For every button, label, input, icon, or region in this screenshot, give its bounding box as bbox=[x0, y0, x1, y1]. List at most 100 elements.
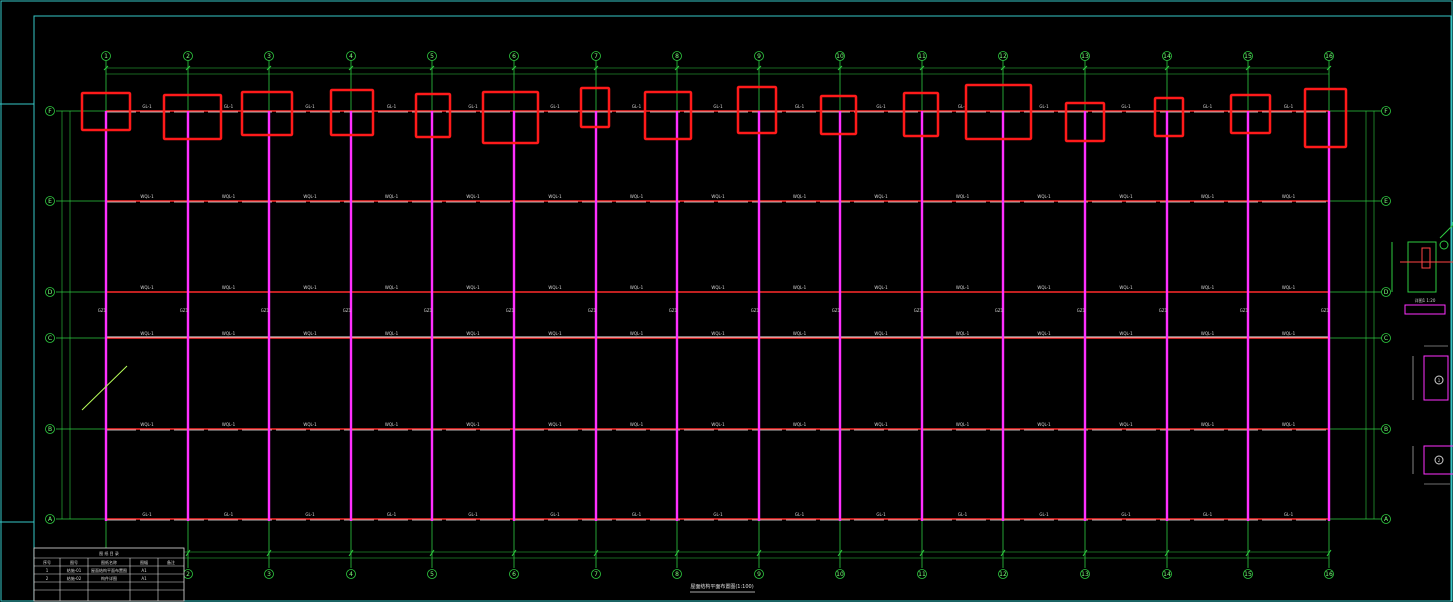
beam-label: GL-1 bbox=[958, 512, 968, 517]
beam-label: WQL-1 bbox=[630, 285, 644, 290]
beam-label: WQL-1 bbox=[385, 285, 399, 290]
beam-label: GL-1 bbox=[1039, 104, 1049, 109]
beam-label: GL-1 bbox=[142, 512, 152, 517]
beam-label: WQL-1 bbox=[303, 194, 317, 199]
title-block-col-header: 备注 bbox=[167, 559, 175, 565]
title-block-cell: A1 bbox=[141, 568, 147, 573]
beam-label: WQL-1 bbox=[1282, 194, 1296, 199]
beam-label: GL-1 bbox=[224, 512, 234, 517]
axis-bubble-label: 3 bbox=[267, 571, 271, 578]
axis-bubble-label: 9 bbox=[757, 53, 761, 60]
beam-label: WQL-1 bbox=[466, 331, 480, 336]
axis-bubble-label: B bbox=[48, 426, 52, 433]
title-block-col-header: 序号 bbox=[43, 559, 51, 565]
axis-bubble-label: 12 bbox=[999, 571, 1007, 578]
beam-label: WQL-1 bbox=[466, 285, 480, 290]
detail3-marker: 2 bbox=[1438, 458, 1441, 463]
beam-label: WQL-1 bbox=[711, 331, 725, 336]
axis-bubble-label: 5 bbox=[430, 53, 434, 60]
beam-label: WQL-1 bbox=[385, 331, 399, 336]
beam-label: GL-1 bbox=[224, 104, 234, 109]
title-block-cell: 结施-01 bbox=[67, 567, 82, 573]
beam-label: WQL-1 bbox=[1201, 331, 1215, 336]
beam-label: WQL-1 bbox=[874, 194, 888, 199]
beam-label: WQL-1 bbox=[140, 331, 154, 336]
axis-bubble-label: 5 bbox=[430, 571, 434, 578]
beam-label: WQL-1 bbox=[1119, 331, 1133, 336]
outer-frame bbox=[0, 0, 1453, 602]
axis-bubble-label: D bbox=[48, 289, 53, 296]
axis-bubble-label: F bbox=[48, 108, 52, 115]
beam-label: WQL-1 bbox=[1037, 194, 1051, 199]
axis-bubble-label: E bbox=[1384, 198, 1388, 205]
axis-bubble-label: D bbox=[1384, 289, 1389, 296]
beam-label: GL-1 bbox=[1203, 512, 1213, 517]
column-label: GZ1 bbox=[1159, 308, 1168, 313]
axis-bubble-label: 10 bbox=[836, 571, 844, 578]
axis-bubble-label: 7 bbox=[594, 53, 598, 60]
beam-label: WQL-1 bbox=[548, 194, 562, 199]
column-label: GZ1 bbox=[914, 308, 923, 313]
beam-label: WQL-1 bbox=[1119, 422, 1133, 427]
beam-label: WQL-1 bbox=[222, 285, 236, 290]
title-block-cell: 屋面结构平面布置图 bbox=[91, 567, 127, 573]
axis-bubble-label: 2 bbox=[186, 53, 190, 60]
detail2-marker: 1 bbox=[1438, 378, 1441, 383]
beam-label: GL-1 bbox=[713, 104, 723, 109]
axis-bubble-label: 9 bbox=[757, 571, 761, 578]
axis-bubble-label: 1 bbox=[104, 53, 108, 60]
axis-bubble-label: 14 bbox=[1163, 571, 1171, 578]
beam-label: GL-1 bbox=[1039, 512, 1049, 517]
beam-label: WQL-1 bbox=[1037, 422, 1051, 427]
axis-bubble-label: C bbox=[48, 335, 52, 342]
beam-label: GL-1 bbox=[142, 104, 152, 109]
beam-label: GL-1 bbox=[632, 104, 642, 109]
axis-bubble-label: E bbox=[48, 198, 52, 205]
column-label: GZ1 bbox=[98, 308, 107, 313]
beam-label: WQL-1 bbox=[140, 285, 154, 290]
beam-label: WQL-1 bbox=[1201, 422, 1215, 427]
beam-label: GL-1 bbox=[1284, 512, 1294, 517]
beam-label: GL-1 bbox=[387, 512, 397, 517]
beam-label: GL-1 bbox=[876, 104, 886, 109]
beam-label: WQL-1 bbox=[711, 194, 725, 199]
beam-label: GL-1 bbox=[1121, 104, 1131, 109]
column-label: GZ1 bbox=[588, 308, 597, 313]
title-block-header: 图 纸 目 录 bbox=[99, 550, 119, 556]
axis-bubble-label: 13 bbox=[1081, 53, 1089, 60]
beam-label: WQL-1 bbox=[956, 194, 970, 199]
highlight-box-col-15 bbox=[1229, 93, 1272, 135]
beam-label: WQL-1 bbox=[222, 331, 236, 336]
detail-1: 详图1 1:20 bbox=[1391, 222, 1453, 315]
axis-bubble-label: 15 bbox=[1244, 571, 1252, 578]
highlight-box-col-10 bbox=[819, 94, 858, 136]
beam-label: WQL-1 bbox=[385, 194, 399, 199]
beam-label: WQL-1 bbox=[630, 422, 644, 427]
column-label: GZ1 bbox=[261, 308, 270, 313]
beam-label: WQL-1 bbox=[140, 422, 154, 427]
title-block-col-header: 图号 bbox=[70, 559, 78, 565]
highlight-box-col-3 bbox=[240, 90, 294, 137]
beam-label: GL-1 bbox=[305, 512, 315, 517]
axis-bubble-label: 16 bbox=[1325, 571, 1333, 578]
beam-label: GL-1 bbox=[713, 512, 723, 517]
axis-bubble-label: 14 bbox=[1163, 53, 1171, 60]
axis-bubble-label: B bbox=[1384, 426, 1388, 433]
beam-label: WQL-1 bbox=[385, 422, 399, 427]
beam-label: GL-1 bbox=[468, 512, 478, 517]
highlight-box-col-14 bbox=[1153, 96, 1185, 138]
column-label: GZ1 bbox=[995, 308, 1004, 313]
column-label: GZ1 bbox=[180, 308, 189, 313]
highlight-box-col-16 bbox=[1303, 87, 1348, 149]
column-label: GZ1 bbox=[669, 308, 678, 313]
title-block: 图 纸 目 录 序号 图号 图纸名称 图幅 备注 1 结施-01 屋面结构平面布置图 A1 2 结施… bbox=[33, 547, 185, 602]
axis-bubble-label: 15 bbox=[1244, 53, 1252, 60]
title-block-cell: A1 bbox=[141, 576, 147, 581]
beam-label: GL-1 bbox=[1121, 512, 1131, 517]
beam-label: WQL-1 bbox=[1282, 331, 1296, 336]
axis-bubble-label: 8 bbox=[675, 53, 679, 60]
beam-label: WQL-1 bbox=[548, 331, 562, 336]
beam-label: WQL-1 bbox=[548, 422, 562, 427]
cad-drawing-canvas: GL-1 WQL-1 WQL-1 WQL-1 WQL-1 GL-1 GL-1 WQL-1 WQL… bbox=[0, 0, 1453, 602]
beam-label: GL-1 bbox=[795, 104, 805, 109]
